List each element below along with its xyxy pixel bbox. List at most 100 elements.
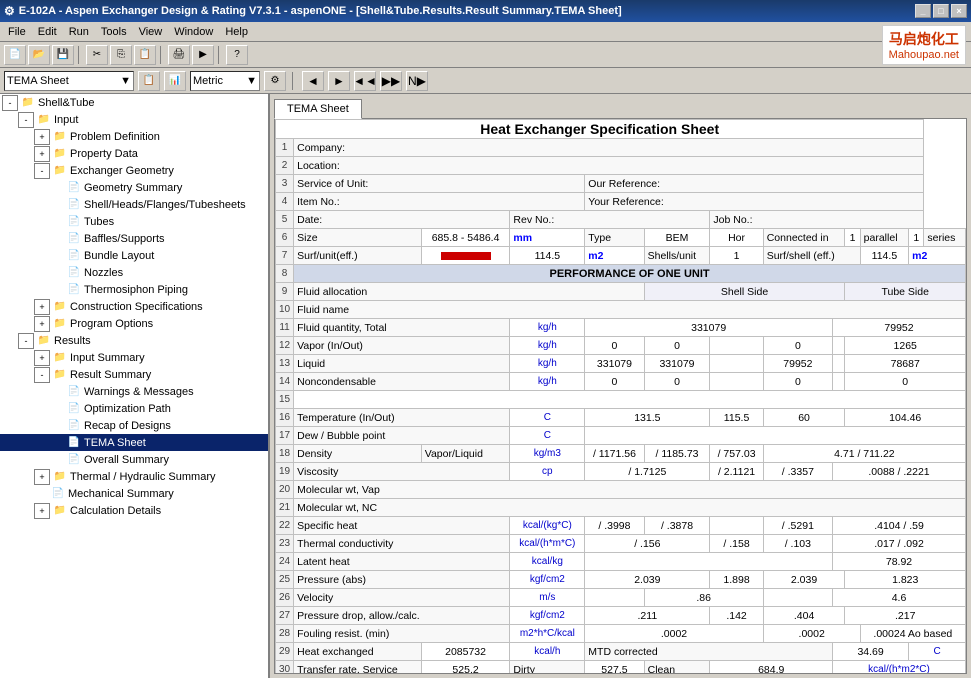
size-label: Size <box>294 229 422 247</box>
expander-input[interactable]: - <box>18 112 34 128</box>
units-settings-btn[interactable]: ⚙ <box>264 71 286 91</box>
clean-value: 684.9 <box>710 661 833 675</box>
visc-tube-2: .0088 / .2221 <box>833 463 966 481</box>
tree-warnings[interactable]: 📄 Warnings & Messages <box>0 383 268 400</box>
menu-edit[interactable]: Edit <box>32 25 63 39</box>
paste-button[interactable]: 📋 <box>134 45 156 65</box>
folder-icon-exchanger-geo: 📁 <box>52 164 68 178</box>
expander-exchanger-geo[interactable]: - <box>34 163 50 179</box>
save-button[interactable]: 💾 <box>52 45 74 65</box>
row-num: 30 <box>276 661 294 675</box>
menu-run[interactable]: Run <box>63 25 95 39</box>
copy-button[interactable]: ⎘ <box>110 45 132 65</box>
tree-input[interactable]: - 📁 Input <box>0 111 268 128</box>
folder-icon-results: 📁 <box>36 334 52 348</box>
tree-tema-sheet[interactable]: 📄 TEMA Sheet <box>0 434 268 451</box>
folder-icon-program-options: 📁 <box>52 317 68 331</box>
tab-tema-sheet[interactable]: TEMA Sheet <box>274 99 362 119</box>
tree-tubes[interactable]: 📄 Tubes <box>0 213 268 230</box>
tree-calc-details[interactable]: + 📁 Calculation Details <box>0 502 268 519</box>
tree-label-optimization-path: Optimization Path <box>84 403 171 415</box>
tree-program-options[interactable]: + 📁 Program Options <box>0 315 268 332</box>
velocity-tube-2: 4.6 <box>833 589 966 607</box>
tree-input-summary[interactable]: + 📁 Input Summary <box>0 349 268 366</box>
menu-view[interactable]: View <box>133 25 169 39</box>
left-panel: - 📁 Shell&Tube - 📁 Input + 📁 Problem Def… <box>0 94 270 678</box>
nav-n-button[interactable]: N▶ <box>406 71 428 91</box>
noncond-tube-out <box>833 373 845 391</box>
run-button[interactable]: ▶ <box>192 45 214 65</box>
noncond-tube-in: 0 <box>763 373 832 391</box>
sheet-selector[interactable]: TEMA Sheet ▼ <box>4 71 134 91</box>
tree-results[interactable]: - 📁 Results <box>0 332 268 349</box>
tree-overall-summary[interactable]: 📄 Overall Summary <box>0 451 268 468</box>
tree-root-shell-tube[interactable]: - 📁 Shell&Tube <box>0 94 268 111</box>
tree-optimization-path[interactable]: 📄 Optimization Path <box>0 400 268 417</box>
liquid-tube-in-1 <box>710 355 763 373</box>
density-label: Density <box>294 445 422 463</box>
menu-tools[interactable]: Tools <box>95 25 133 39</box>
menu-window[interactable]: Window <box>168 25 219 39</box>
expander-problem-def[interactable]: + <box>34 129 50 145</box>
tree-thermosiphon[interactable]: 📄 Thermosiphon Piping <box>0 281 268 298</box>
help-icon[interactable]: ? <box>226 45 248 65</box>
row-num: 17 <box>276 427 294 445</box>
tree-construction-specs[interactable]: + 📁 Construction Specifications <box>0 298 268 315</box>
cut-button[interactable]: ✂ <box>86 45 108 65</box>
table-row: 3 Service of Unit: Our Reference: <box>276 175 966 193</box>
tree-mechanical-summary[interactable]: 📄 Mechanical Summary <box>0 485 268 502</box>
prop-btn-1[interactable]: 📋 <box>138 71 160 91</box>
content-area[interactable]: Heat Exchanger Specification Sheet 1 Com… <box>274 118 967 674</box>
tree-result-summary[interactable]: - 📁 Result Summary <box>0 366 268 383</box>
service-label: Service of Unit: <box>294 175 585 193</box>
expander-construction[interactable]: + <box>34 299 50 315</box>
tree-nozzles[interactable]: 📄 Nozzles <box>0 264 268 281</box>
tree-recap-designs[interactable]: 📄 Recap of Designs <box>0 417 268 434</box>
tree-label-warnings: Warnings & Messages <box>84 386 194 398</box>
tree-problem-def[interactable]: + 📁 Problem Definition <box>0 128 268 145</box>
menu-help[interactable]: Help <box>219 25 254 39</box>
nav-start-button[interactable]: ◄◄ <box>354 71 376 91</box>
nav-end-button[interactable]: ▶▶ <box>380 71 402 91</box>
table-row: 10 Fluid name <box>276 301 966 319</box>
tree-exchanger-geo[interactable]: - 📁 Exchanger Geometry <box>0 162 268 179</box>
noncond-shell-out: 0 <box>644 373 710 391</box>
expander-calc-details[interactable]: + <box>34 503 50 519</box>
tree-thermal-hydraulic[interactable]: + 📁 Thermal / Hydraulic Summary <box>0 468 268 485</box>
new-button[interactable]: 📄 <box>4 45 26 65</box>
print-button[interactable]: 🖨 <box>168 45 190 65</box>
open-button[interactable]: 📂 <box>28 45 50 65</box>
viscosity-unit: cp <box>510 463 585 481</box>
maximize-button[interactable]: □ <box>933 4 949 18</box>
tree-label-input-summary: Input Summary <box>70 352 145 364</box>
close-button[interactable]: × <box>951 4 967 18</box>
nav-next-button[interactable]: ► <box>328 71 350 91</box>
tree-shell-heads[interactable]: 📄 Shell/Heads/Flanges/Tubesheets <box>0 196 268 213</box>
expander-result-summary[interactable]: - <box>34 367 50 383</box>
expander-program-options[interactable]: + <box>34 316 50 332</box>
expander-property-data[interactable]: + <box>34 146 50 162</box>
pressure-shell-in: 2.039 <box>585 571 710 589</box>
unit-selector[interactable]: Metric ▼ <box>190 71 260 91</box>
tree-bundle-layout[interactable]: 📄 Bundle Layout <box>0 247 268 264</box>
row-num: 15 <box>276 391 294 409</box>
noncond-label: Noncondensable <box>294 373 510 391</box>
transfer-unit: kcal/(h*m2*C) <box>833 661 966 675</box>
tree-geometry-summary[interactable]: 📄 Geometry Summary <box>0 179 268 196</box>
expander-shell-tube[interactable]: - <box>2 95 18 111</box>
menu-file[interactable]: File <box>2 25 32 39</box>
expander-input-summary[interactable]: + <box>34 350 50 366</box>
watermark-chinese: 马启炮化工 <box>889 29 959 49</box>
latent-heat-tube: 78.92 <box>833 553 966 571</box>
liquid-unit: kg/h <box>510 355 585 373</box>
expander-thermal[interactable]: + <box>34 469 50 485</box>
expander-results[interactable]: - <box>18 333 34 349</box>
fouling-label: Fouling resist. (min) <box>294 625 510 643</box>
tree-property-data[interactable]: + 📁 Property Data <box>0 145 268 162</box>
prop-btn-2[interactable]: 📊 <box>164 71 186 91</box>
minimize-button[interactable]: _ <box>915 4 931 18</box>
nav-prev-button[interactable]: ◄ <box>302 71 324 91</box>
parallel-label: parallel <box>860 229 908 247</box>
tree-baffles[interactable]: 📄 Baffles/Supports <box>0 230 268 247</box>
doc-icon-recap-designs: 📄 <box>66 419 82 433</box>
